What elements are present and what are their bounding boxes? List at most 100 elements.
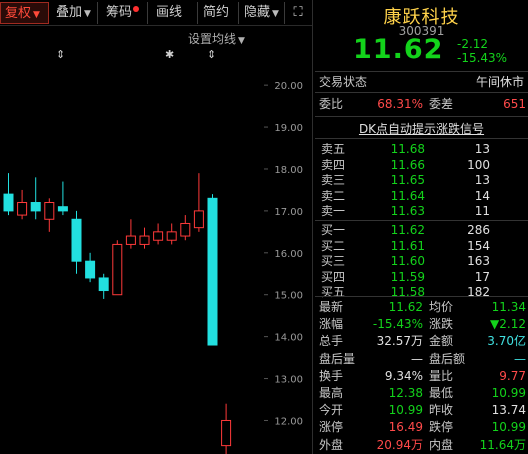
candle[interactable] (125, 219, 136, 249)
stat-value: 9.34% (384, 368, 423, 383)
candle[interactable] (85, 252, 96, 283)
trade-status-row: 交易状态 午间休市 (315, 73, 528, 91)
candle-body (57, 206, 68, 212)
stat-row: 最高 12.38 最低 10.99 (315, 384, 528, 402)
jianyue-label: 简约 (203, 5, 230, 20)
candle-body (153, 231, 164, 241)
candle[interactable] (30, 177, 41, 220)
kline-panel: 复权 ▼ 叠加 ▼ 筹码 画线 简约 隐藏 ▼ ⛶ 设置均线 ▼ ⇕ ✱ ⇕ 20.00… (0, 0, 312, 454)
chevron-down-icon: ▼ (238, 36, 245, 46)
stat-label: 涨幅 (319, 317, 344, 332)
candle[interactable] (3, 173, 14, 216)
diejia-label: 叠加 (56, 5, 83, 20)
candle[interactable] (57, 181, 68, 216)
y-tick-label: 18.00 (274, 165, 303, 176)
candle[interactable] (166, 223, 177, 245)
chevron-down-icon: ▼ (33, 10, 40, 20)
stat-label: 量比 (429, 368, 454, 383)
chart-toolbar: 复权 ▼ 叠加 ▼ 筹码 画线 简约 隐藏 ▼ ⛶ (0, 0, 312, 26)
expand-icon[interactable]: ⛶ (287, 2, 309, 24)
jianyue-button[interactable]: 简约 (199, 2, 239, 24)
chouma-button[interactable]: 筹码 (102, 2, 148, 24)
candlestick-chart[interactable]: 20.00 19.00 18.00 17.00 16.00 15.00 14.00 13.00… (0, 60, 312, 454)
stat-value: 11.62 (388, 300, 423, 314)
y-tick-label: 12.00 (274, 416, 303, 427)
huaxian-button[interactable]: 画线 (152, 2, 198, 24)
yincang-label: 隐藏 (244, 5, 271, 20)
dk-signal-link[interactable]: DK点自动提示涨跌信号 (315, 120, 528, 137)
stat-label: 内盘 (429, 437, 454, 452)
candle[interactable] (221, 403, 232, 454)
weicha-label: 委差 (429, 97, 454, 111)
candle[interactable] (180, 215, 191, 241)
huaxian-label: 画线 (156, 5, 183, 20)
stat-label: 最新 (319, 300, 344, 314)
stat-value: 11.64万 (479, 437, 526, 452)
candle[interactable] (193, 173, 204, 232)
y-tick-label: 20.00 (274, 81, 303, 92)
stat-value: 3.70亿 (487, 334, 526, 349)
stat-value: ▼2.12 (490, 317, 526, 332)
stat-label: 盘后量 (319, 351, 356, 366)
y-tick-label: 15.00 (274, 291, 303, 302)
stat-label: 跌停 (429, 420, 454, 435)
stat-row: 总手 32.57万 金额 3.70亿 (315, 332, 528, 350)
y-tick-label: 13.00 (274, 375, 303, 386)
candle[interactable] (112, 240, 123, 296)
ask-row[interactable]: 卖一 11.63 11 (315, 202, 528, 220)
stat-row: 盘后量 — 盘后额 — (315, 350, 528, 368)
candle[interactable] (207, 194, 218, 346)
yincang-dropdown[interactable]: 隐藏 ▼ (240, 2, 285, 24)
candle-body (125, 235, 136, 245)
ma-settings-dropdown[interactable]: 设置均线 ▼ (188, 30, 245, 47)
stat-row: 涨停 16.49 跌停 10.99 (315, 418, 528, 436)
pane-divider[interactable] (312, 0, 313, 454)
price-change: -2.12 (457, 37, 489, 51)
trade-status-label: 交易状态 (319, 75, 368, 89)
candle[interactable] (98, 273, 109, 299)
candle-body (44, 202, 55, 220)
last-price: 11.62 (353, 34, 444, 65)
stat-value: 16.49 (388, 420, 423, 435)
stat-row: 换手 9.34% 量比 9.77 (315, 367, 528, 385)
divider (315, 116, 528, 117)
candle-body (112, 243, 123, 296)
candle[interactable] (139, 227, 150, 249)
candle[interactable] (71, 210, 82, 274)
trade-status-value: 午间休市 (475, 75, 524, 89)
stat-value: -15.43% (372, 317, 423, 332)
candle-body (3, 193, 14, 212)
candle-body (98, 277, 109, 292)
stat-value: 11.34 (491, 300, 526, 314)
divider (315, 138, 528, 139)
stat-label: 最高 (319, 386, 344, 400)
candle[interactable] (17, 189, 28, 220)
fuquan-dropdown[interactable]: 复权 ▼ (0, 2, 49, 24)
divider (315, 71, 528, 72)
divider (315, 296, 528, 297)
stat-label: 涨跌 (429, 317, 454, 332)
stat-label: 今开 (319, 403, 344, 418)
y-tick-label: 19.00 (274, 123, 303, 134)
stat-value: 10.99 (491, 420, 526, 435)
fuquan-label: 复权 (5, 6, 32, 21)
chouma-label: 筹码 (106, 5, 133, 20)
candle-body (221, 419, 232, 447)
candle[interactable] (44, 198, 55, 232)
stat-row: 外盘 20.94万 内盘 11.64万 (315, 436, 528, 454)
price-change-pct: -15.43% (457, 51, 508, 65)
stat-value: 13.74 (491, 403, 526, 418)
stat-label: 盘后额 (429, 351, 466, 366)
stat-label: 昨收 (429, 403, 454, 418)
ask-price: 11.63 (390, 204, 425, 218)
stat-label: 换手 (319, 368, 344, 383)
stat-label: 涨停 (319, 420, 344, 435)
y-tick-label: 14.00 (274, 333, 303, 344)
diejia-dropdown[interactable]: 叠加 ▼ (52, 2, 98, 24)
candle[interactable] (153, 223, 164, 245)
stat-label: 外盘 (319, 437, 344, 452)
stat-value: 10.99 (491, 386, 526, 400)
quote-panel: 康跃科技 300391 11.62 -2.12 -15.43% 交易状态 午间休… (315, 0, 528, 454)
weibi-label: 委比 (319, 97, 344, 111)
weicha-value: 651 (503, 97, 526, 111)
